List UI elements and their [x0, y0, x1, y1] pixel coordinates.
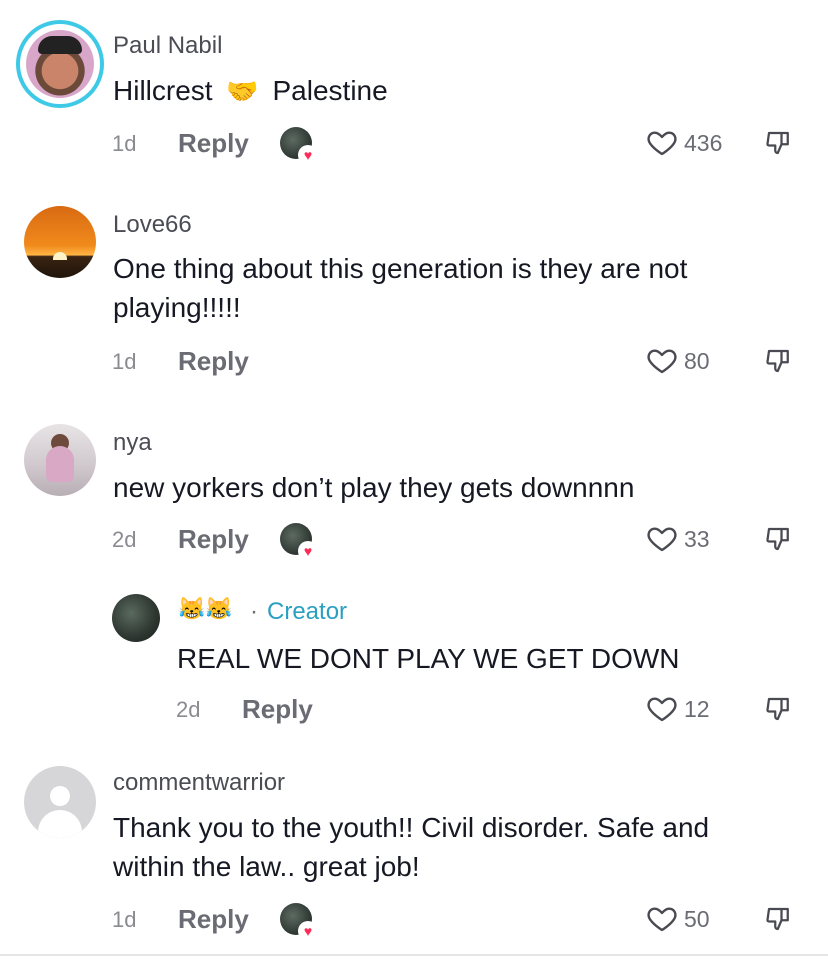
handshake-emoji: 🤝 [226, 76, 259, 106]
comment-text-line2: playing!!!!! [113, 292, 241, 323]
comment-text-part: Hillcrest [113, 75, 213, 106]
dislike-icon[interactable] [764, 127, 794, 159]
like-count: 33 [684, 526, 710, 552]
comment-text: REAL WE DONT PLAY WE GET DOWN [177, 643, 680, 674]
creator-username-emojis[interactable]: 😹😹 [178, 596, 233, 622]
avatar-creator[interactable] [112, 594, 160, 642]
reply-button[interactable]: Reply [178, 904, 249, 935]
like-heart-icon[interactable] [645, 522, 679, 554]
dislike-icon[interactable] [764, 693, 794, 725]
heart-icon: ♥ [298, 921, 318, 941]
reply-button[interactable]: Reply [178, 128, 249, 159]
comment-text-part: Palestine [272, 75, 388, 106]
comment-username[interactable]: Love66 [113, 211, 192, 239]
avatar-paul-nabil[interactable] [26, 30, 94, 98]
comment-time: 1d [112, 131, 137, 156]
reply-button[interactable]: Reply [178, 346, 249, 377]
avatar-nya[interactable] [24, 424, 96, 496]
heart-icon: ♥ [298, 145, 318, 165]
comment-text-line2: within the law.. great job! [113, 851, 420, 882]
comment-text-line1: One thing about this generation is they … [113, 253, 688, 284]
like-heart-icon[interactable] [645, 902, 679, 934]
creator-liked-badge: ♥ [280, 523, 318, 561]
divider [0, 954, 828, 956]
comment-username[interactable]: Paul Nabil [113, 32, 222, 60]
like-heart-icon[interactable] [645, 126, 679, 158]
like-count: 12 [684, 696, 710, 722]
creator-liked-badge: ♥ [280, 903, 318, 941]
comment-time: 2d [112, 527, 137, 552]
comment-username[interactable]: nya [113, 429, 152, 457]
comment-time: 2d [176, 697, 201, 722]
reply-button[interactable]: Reply [242, 694, 313, 725]
like-heart-icon[interactable] [645, 344, 679, 376]
dislike-icon[interactable] [764, 523, 794, 555]
comment-time: 1d [112, 349, 137, 374]
comment-text: new yorkers don’t play they gets downnnn [113, 472, 635, 503]
comment-time: 1d [112, 907, 137, 932]
heart-icon: ♥ [298, 541, 318, 561]
dislike-icon[interactable] [764, 903, 794, 935]
like-count: 436 [684, 130, 723, 156]
avatar-commentwarrior[interactable] [24, 766, 96, 838]
like-count: 50 [684, 906, 710, 932]
creator-liked-badge: ♥ [280, 127, 318, 165]
like-heart-icon[interactable] [645, 692, 679, 724]
comment-text-line1: Thank you to the youth!! Civil disorder.… [113, 812, 710, 843]
separator-dot: · [250, 598, 258, 625]
creator-tag: Creator [267, 598, 348, 625]
like-count: 80 [684, 348, 710, 374]
reply-button[interactable]: Reply [178, 524, 249, 555]
dislike-icon[interactable] [764, 345, 794, 377]
comment-username[interactable]: commentwarrior [113, 769, 285, 797]
comment-text: Hillcrest 🤝 Palestine [113, 72, 388, 110]
avatar-love66[interactable] [24, 206, 96, 278]
